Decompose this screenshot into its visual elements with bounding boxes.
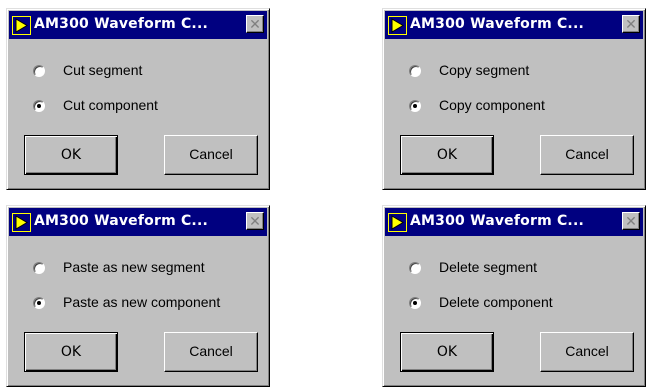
title-bar[interactable]: AM300 Waveform C... ✕ [385, 208, 643, 236]
window-title: AM300 Waveform C... [410, 213, 584, 229]
option-label: Paste as new component [63, 294, 221, 310]
window-title: AM300 Waveform C... [410, 16, 584, 32]
close-x-icon: ✕ [625, 16, 637, 32]
window-title: AM300 Waveform C... [34, 213, 208, 229]
ok-label: OK [436, 344, 458, 360]
cut-dialog: AM300 Waveform C... ✕ Cut segment Cut co… [6, 8, 270, 190]
radio-button-selected[interactable] [33, 297, 45, 309]
title-bar[interactable]: AM300 Waveform C... ✕ [9, 11, 267, 39]
title-bar[interactable]: AM300 Waveform C... ✕ [385, 11, 643, 39]
option-label: Delete component [439, 294, 553, 310]
radio-dot [413, 301, 417, 305]
radio-button[interactable] [409, 262, 421, 274]
ok-button[interactable]: OK [24, 332, 118, 372]
copy-dialog: AM300 Waveform C... ✕ Copy segment Copy … [382, 8, 646, 190]
cancel-label: Cancel [565, 146, 609, 162]
close-button[interactable]: ✕ [246, 15, 264, 33]
radio-button-selected[interactable] [409, 100, 421, 112]
cancel-label: Cancel [189, 343, 233, 359]
radio-button[interactable] [409, 65, 421, 77]
window-title: AM300 Waveform C... [34, 16, 208, 32]
close-button[interactable]: ✕ [622, 212, 640, 230]
title-bar[interactable]: AM300 Waveform C... ✕ [9, 208, 267, 236]
close-x-icon: ✕ [625, 213, 637, 229]
ok-button[interactable]: OK [24, 135, 118, 175]
radio-dot [37, 301, 41, 305]
option-label: Copy segment [439, 62, 530, 78]
radio-dot [413, 104, 417, 108]
radio-button[interactable] [33, 262, 45, 274]
cancel-label: Cancel [565, 343, 609, 359]
cancel-label: Cancel [189, 146, 233, 162]
labview-run-arrow-icon [12, 16, 31, 35]
close-button[interactable]: ✕ [246, 212, 264, 230]
close-x-icon: ✕ [249, 16, 261, 32]
option-label: Cut component [63, 97, 158, 113]
radio-dot [37, 104, 41, 108]
close-button[interactable]: ✕ [622, 15, 640, 33]
radio-button[interactable] [33, 65, 45, 77]
option-label: Paste as new segment [63, 259, 205, 275]
radio-button-selected[interactable] [33, 100, 45, 112]
cancel-button[interactable]: Cancel [164, 332, 258, 372]
cancel-button[interactable]: Cancel [164, 135, 258, 175]
labview-run-arrow-icon [12, 213, 31, 232]
labview-run-arrow-icon [388, 16, 407, 35]
option-label: Copy component [439, 97, 545, 113]
labview-run-arrow-icon [388, 213, 407, 232]
cancel-button[interactable]: Cancel [540, 332, 634, 372]
ok-label: OK [436, 147, 458, 163]
cancel-button[interactable]: Cancel [540, 135, 634, 175]
delete-dialog: AM300 Waveform C... ✕ Delete segment Del… [382, 205, 646, 387]
ok-button[interactable]: OK [400, 332, 494, 372]
ok-button[interactable]: OK [400, 135, 494, 175]
ok-label: OK [60, 344, 82, 360]
option-label: Cut segment [63, 62, 143, 78]
radio-button-selected[interactable] [409, 297, 421, 309]
ok-label: OK [60, 147, 82, 163]
paste-dialog: AM300 Waveform C... ✕ Paste as new segme… [6, 205, 270, 387]
close-x-icon: ✕ [249, 213, 261, 229]
option-label: Delete segment [439, 259, 538, 275]
